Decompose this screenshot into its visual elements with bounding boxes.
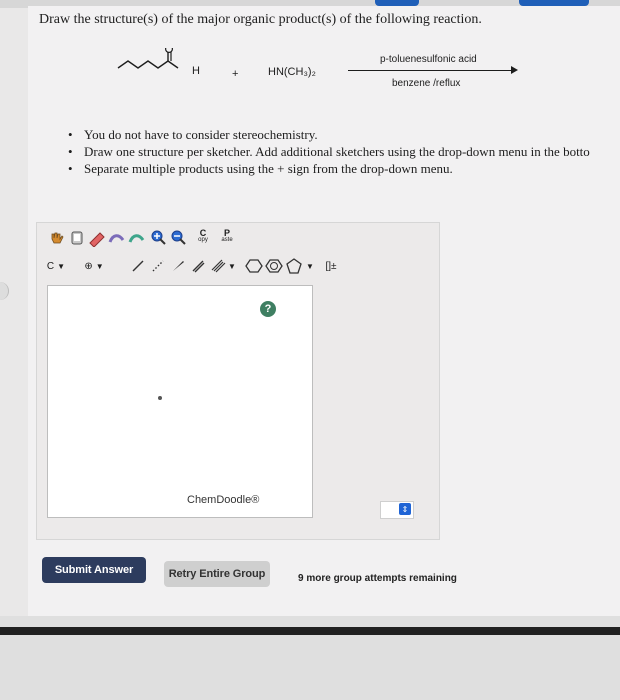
copy-bottom-label: opy [198, 237, 208, 243]
zoom-out-icon [171, 230, 186, 245]
brackets-button[interactable]: []± [319, 257, 343, 275]
reaction-arrow-line [348, 70, 514, 71]
dash-bond-icon [152, 260, 164, 272]
single-bond-icon [132, 260, 144, 272]
curve-arrow-icon [108, 234, 125, 243]
attempts-remaining: 9 more group attempts remaining [298, 573, 457, 584]
reaction-condition-top: p-toluenesulfonic acid [380, 54, 477, 65]
lasso-icon[interactable] [68, 229, 86, 247]
submit-answer-button[interactable]: Submit Answer [42, 557, 146, 583]
reaction-plus: + [232, 68, 239, 80]
reaction-condition-bottom: benzene /reflux [392, 78, 461, 89]
paste-bottom-label: aste [221, 237, 233, 243]
chevron-down-icon[interactable]: ▼ [301, 257, 319, 275]
eraser-icon [89, 232, 105, 247]
drawing-canvas[interactable]: ? ChemDoodle® [47, 285, 313, 518]
single-bond-icon[interactable] [129, 257, 147, 275]
copy-button[interactable]: C opy [194, 228, 212, 246]
chevron-down-icon: ▼ [95, 261, 104, 271]
reaction-scheme: H + HN(CH₃)₂ p-toluenesulfonic acid benz… [110, 48, 530, 98]
chemdoodle-watermark: ChemDoodle® [187, 494, 260, 506]
instruction-item: Separate multiple products using the + s… [68, 160, 620, 177]
chevron-down-icon: ▼ [57, 261, 66, 271]
copy-top-label: C [199, 228, 207, 238]
zoom-in-icon[interactable] [150, 229, 168, 247]
question-text: Draw the structure(s) of the major organ… [39, 12, 482, 27]
dash-bond-icon[interactable] [149, 257, 167, 275]
retry-group-button[interactable]: Retry Entire Group [164, 561, 270, 587]
dropdown-arrow-icon: ⇕ [399, 503, 411, 515]
aldehyde-h-label: H [192, 65, 200, 77]
double-bond-icon[interactable] [189, 257, 207, 275]
green-curve-arrow-icon [128, 234, 145, 243]
eraser-icon[interactable] [88, 229, 106, 247]
amine-reagent: HN(CH₃)₂ [268, 66, 316, 78]
benzene-icon [265, 259, 283, 273]
charge-label: ⊕ [84, 260, 93, 272]
curve-arrow-icon[interactable] [108, 229, 126, 247]
double-bond-icon [192, 260, 205, 273]
zoom-out-icon[interactable] [170, 229, 188, 247]
instruction-item: Draw one structure per sketcher. Add add… [68, 143, 620, 160]
sketcher-dropdown[interactable]: ⇕ [380, 501, 414, 519]
paste-top-label: P [223, 228, 230, 238]
element-label: C [46, 260, 55, 272]
hand-icon[interactable] [48, 229, 66, 247]
cyclohexane-icon[interactable] [245, 257, 263, 275]
chevron-down-icon[interactable]: ▼ [223, 257, 241, 275]
reaction-arrow-head [511, 66, 518, 74]
cyclohexane-icon [245, 259, 263, 273]
zoom-in-icon [151, 230, 166, 245]
wedge-bond-icon [173, 261, 184, 271]
help-icon[interactable]: ? [260, 301, 276, 317]
lasso-icon [71, 231, 83, 245]
wedge-bond-icon[interactable] [169, 257, 187, 275]
paste-button[interactable]: P aste [218, 228, 236, 246]
benzene-icon[interactable] [265, 257, 283, 275]
canvas-dot [158, 396, 162, 400]
footer-line [0, 627, 620, 635]
green-curve-arrow-icon[interactable] [128, 229, 146, 247]
instruction-item: You do not have to consider stereochemis… [68, 126, 620, 143]
instruction-list: You do not have to consider stereochemis… [68, 126, 620, 177]
hand-icon [51, 232, 64, 244]
brackets-label: []± [325, 260, 337, 272]
charge-button[interactable]: ⊕ ▼ [84, 257, 104, 275]
left-edge-handle [0, 282, 9, 300]
sketcher-panel: C opy P aste C ▼ ⊕ ▼ ▼ ▼ []± ? ChemDoodl… [36, 222, 440, 540]
element-selector[interactable]: C ▼ [47, 257, 65, 275]
